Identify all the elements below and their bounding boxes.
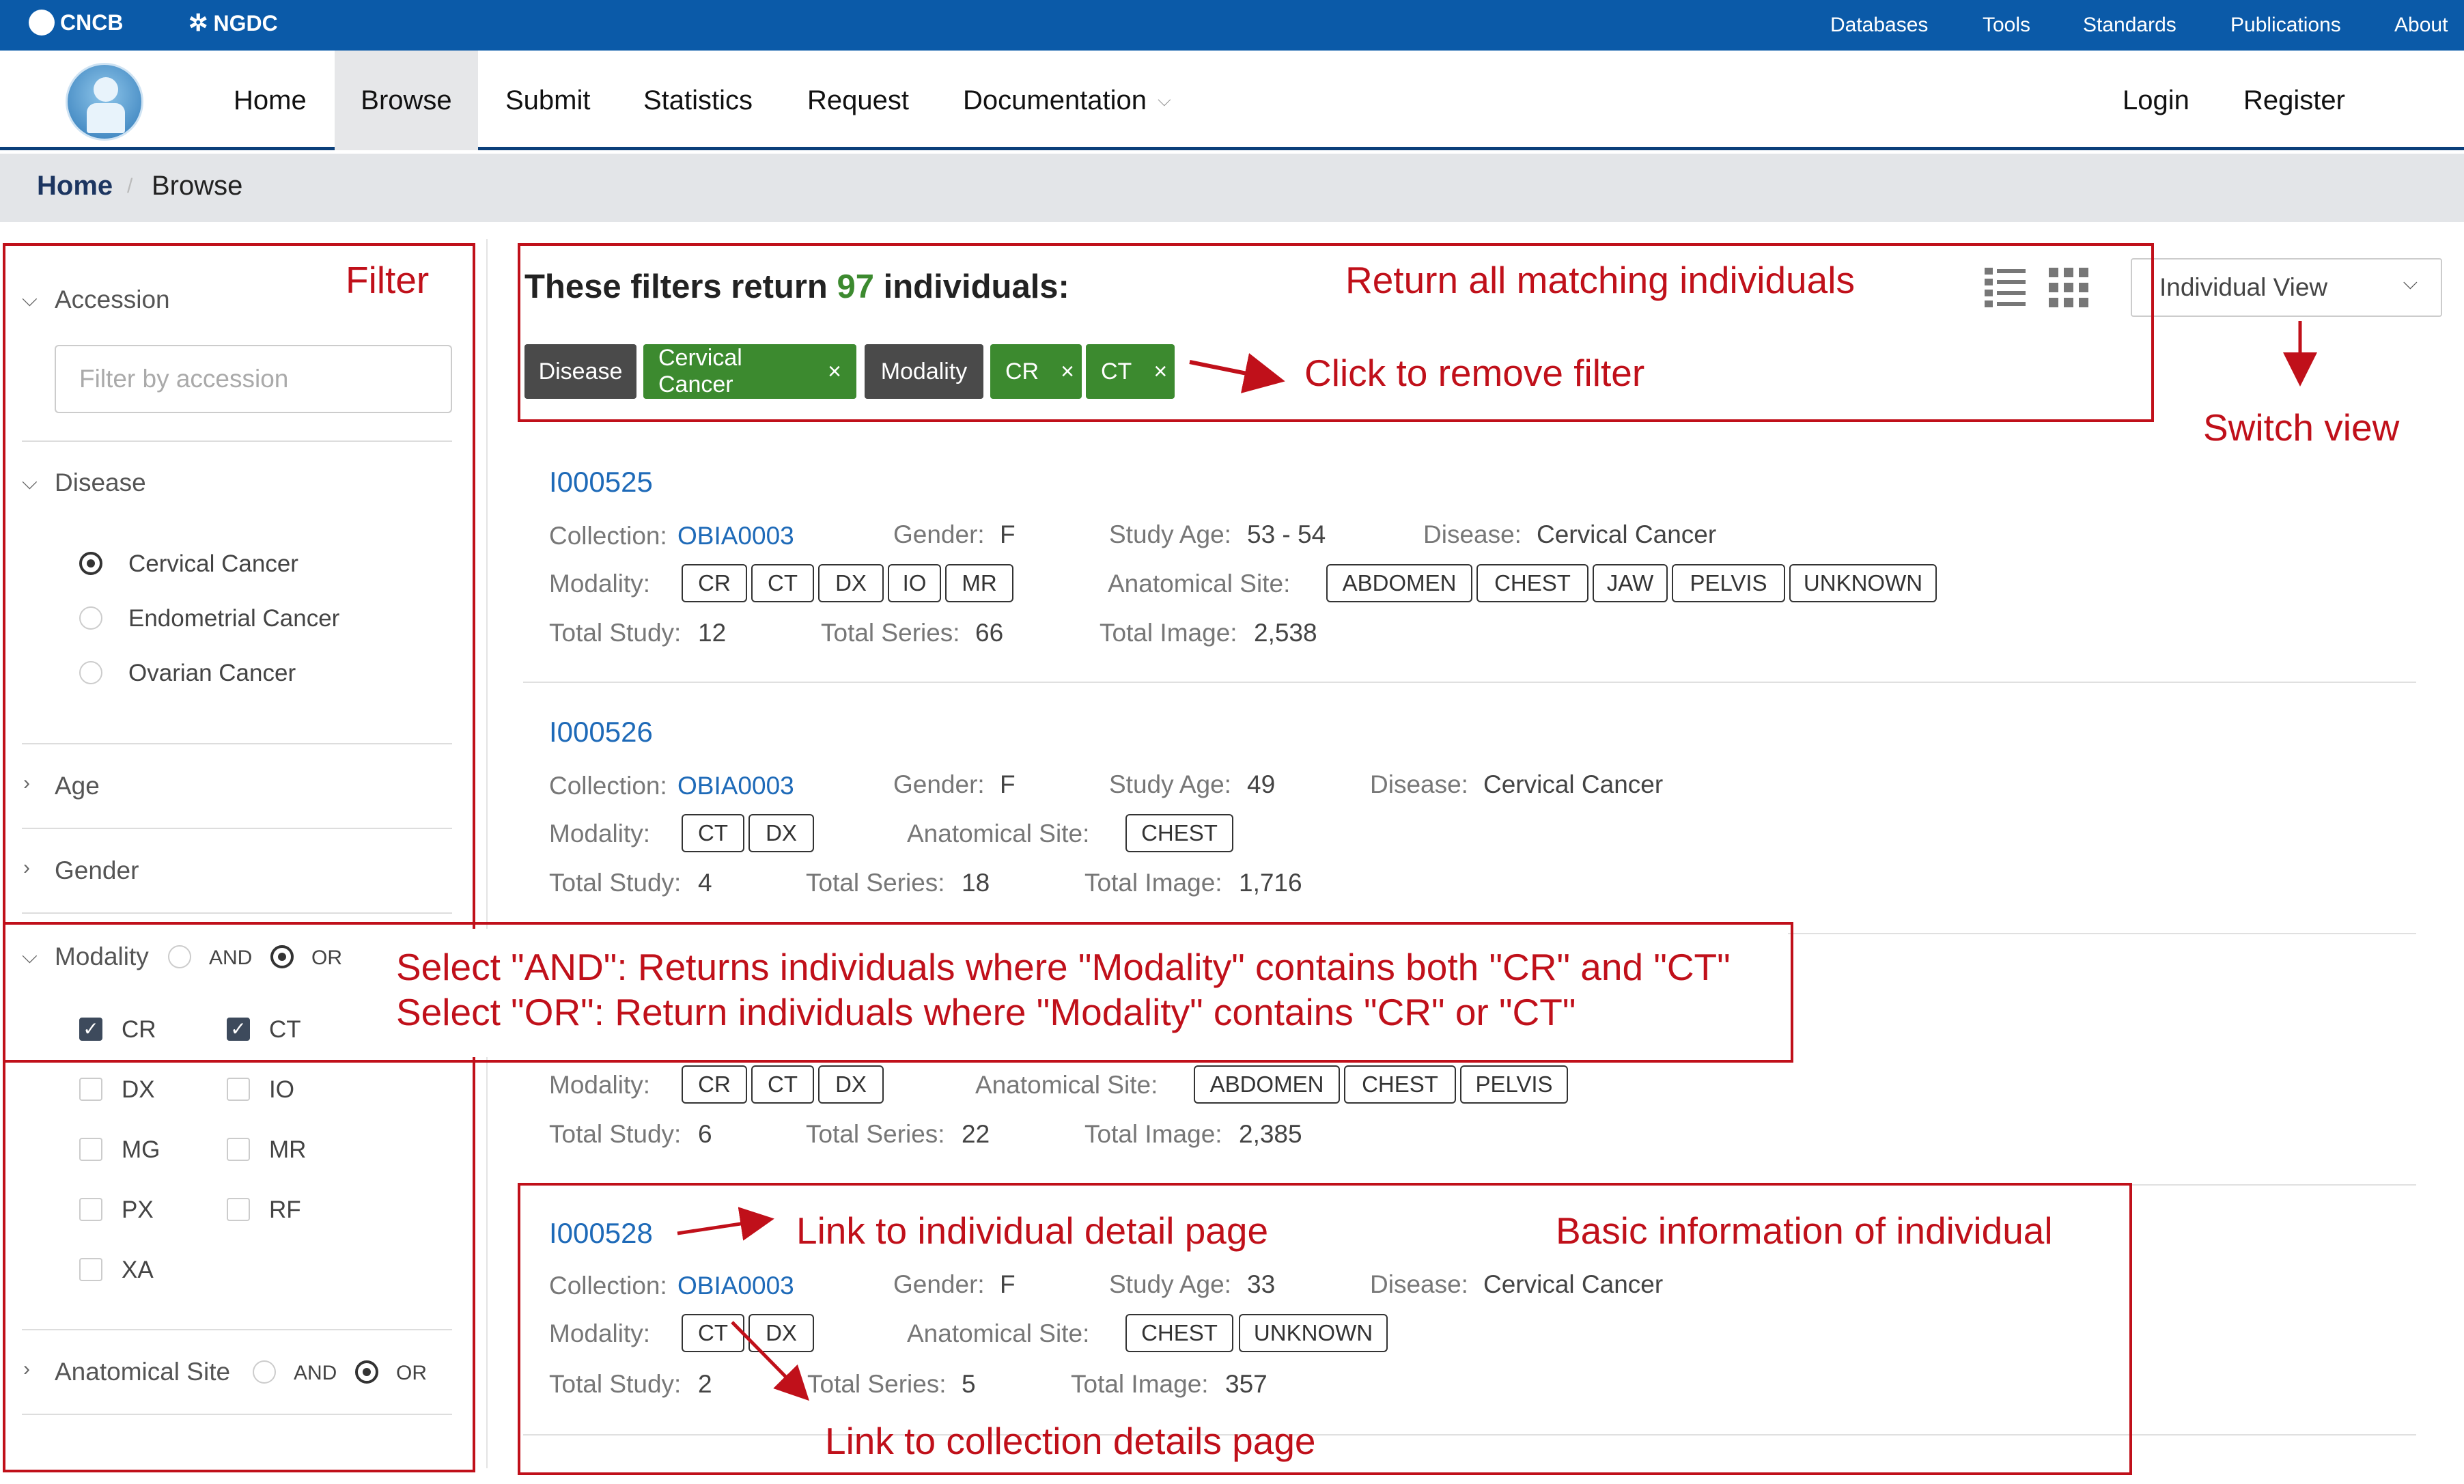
- annotation-arrows: [677, 321, 2317, 1401]
- detail-link-arrow: [677, 1207, 774, 1241]
- remove-filter-arrow: [1189, 353, 1285, 393]
- collection-link-arrow: [731, 1321, 810, 1401]
